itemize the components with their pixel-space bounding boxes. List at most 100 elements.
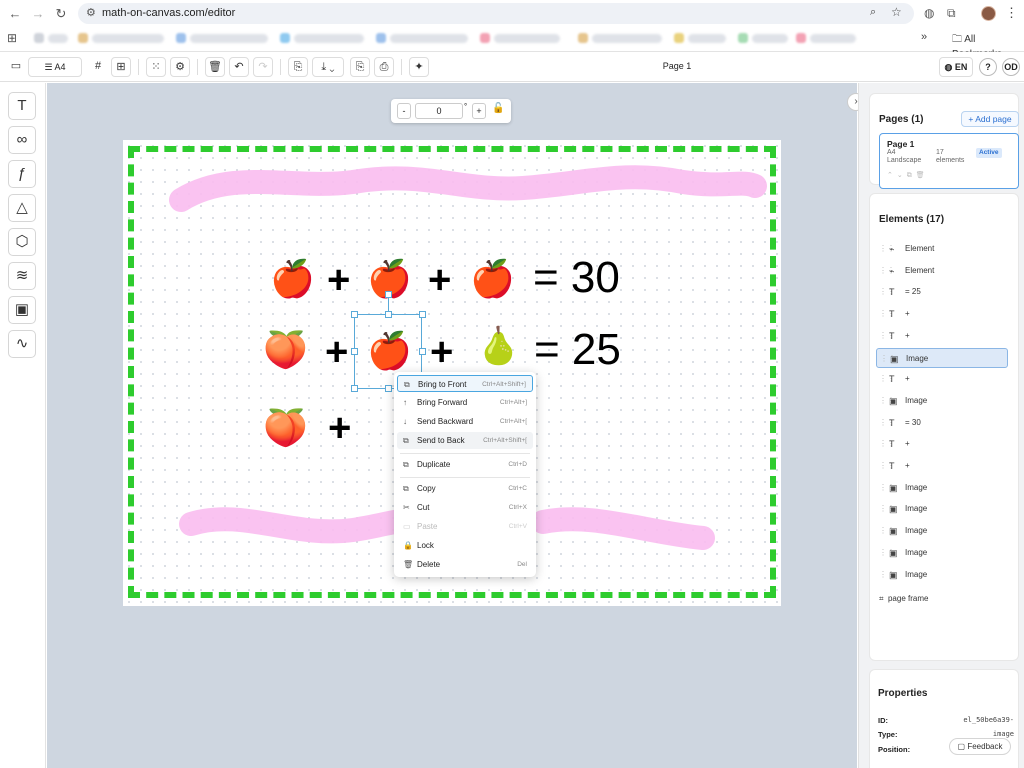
unlock-icon[interactable]: 🔓 (492, 103, 504, 114)
menu-paste[interactable]: ▭ Paste Ctrl+V (397, 518, 533, 535)
undo-icon[interactable]: ↶ (229, 57, 249, 77)
settings-icon[interactable]: ⚙ (170, 57, 190, 77)
bookmark-item[interactable] (688, 34, 726, 43)
bookmark-item[interactable] (752, 34, 788, 43)
move-down-icon[interactable]: ⌄ (897, 172, 907, 179)
peach-image[interactable]: 🍑 (263, 330, 308, 370)
apple-image[interactable]: 🍎 (470, 259, 515, 299)
apps-grid-icon[interactable]: ⊞ (7, 31, 17, 45)
menu-send-backward[interactable]: ↓ Send Backward Ctrl+Alt+[ (397, 413, 533, 430)
apple-image[interactable]: 🍎 (270, 259, 315, 299)
new-document-icon[interactable]: ⎘ (288, 57, 308, 77)
bookmark-item[interactable] (48, 34, 68, 43)
menu-lock[interactable]: 🔒 Lock (397, 537, 533, 554)
element-list-item[interactable]: ⋮⋮ ▣ Image (876, 565, 1008, 585)
feedback-button[interactable]: ▢ Feedback (949, 738, 1011, 755)
move-up-icon[interactable]: ⌃ (887, 172, 897, 179)
resize-handle-e[interactable] (419, 348, 426, 355)
menu-bring-forward[interactable]: ↑ Bring Forward Ctrl+Alt+] (397, 394, 533, 411)
layers-icon[interactable]: ≋ (8, 262, 36, 290)
element-list-item[interactable]: ⋮⋮ ▣ Image (876, 521, 1008, 541)
bookmark-favicon[interactable] (796, 33, 806, 43)
math-symbols-icon[interactable]: ∞ (8, 126, 36, 154)
bookmark-item[interactable] (294, 34, 364, 43)
bookmark-favicon[interactable] (578, 33, 588, 43)
bookmark-item[interactable] (494, 34, 560, 43)
resize-handle-ne[interactable] (419, 311, 426, 318)
element-list-item[interactable]: ⋮⋮ ▣ Image (876, 543, 1008, 563)
element-list-item[interactable]: ⋮⋮ ▣ Image (876, 499, 1008, 519)
resize-handle-w[interactable] (351, 348, 358, 355)
delete-page-icon[interactable]: 🗑 (916, 172, 929, 179)
delete-icon[interactable]: 🗑 (205, 57, 225, 77)
bookmark-item[interactable] (92, 34, 164, 43)
element-list-item[interactable]: ⋮⋮ T = 25 (876, 282, 1008, 302)
peach-image[interactable]: 🍑 (263, 408, 308, 448)
rotation-input[interactable]: 0 (415, 103, 463, 119)
element-list-item[interactable]: ⋮⋮ ▣ Image (876, 478, 1008, 498)
bookmark-item[interactable] (592, 34, 662, 43)
element-list-item[interactable]: ⋮⋮ T + (876, 434, 1008, 454)
text-tool-icon[interactable]: T (8, 92, 36, 120)
equation-result-30[interactable]: = 30 (533, 254, 620, 302)
rotation-handle[interactable] (385, 291, 392, 298)
plus-sign[interactable]: + (327, 260, 350, 300)
zoom-icon[interactable]: ⌕ (870, 6, 876, 19)
image-tool-icon[interactable]: ▣ (8, 296, 36, 324)
shapes-icon[interactable]: △ (8, 194, 36, 222)
help-button[interactable]: ? (979, 58, 997, 76)
bookmark-favicon[interactable] (738, 33, 748, 43)
resize-handle-n[interactable] (385, 311, 392, 318)
magic-wand-icon[interactable]: ✦ (409, 57, 429, 77)
plus-sign[interactable]: + (428, 260, 451, 300)
forward-arrow-icon[interactable]: → (29, 5, 47, 23)
pear-image[interactable]: 🍐 (476, 326, 521, 366)
add-page-button[interactable]: + Add page (961, 111, 1019, 127)
menu-send-to-back[interactable]: ⧉ Send to Back Ctrl+Alt+Shift+[ (397, 432, 533, 449)
page-frame-item[interactable]: ⌗ page frame (879, 594, 928, 604)
element-list-item[interactable]: ⋮⋮ T + (876, 304, 1008, 324)
bookmark-item[interactable] (810, 34, 856, 43)
bookmark-star-icon[interactable]: ☆ (891, 5, 902, 19)
resize-handle-nw[interactable] (351, 311, 358, 318)
language-select[interactable]: ◍ EN (939, 57, 973, 77)
redo-icon[interactable]: ↷ (253, 57, 273, 77)
bookmark-favicon[interactable] (34, 33, 44, 43)
bookmark-favicon[interactable] (78, 33, 88, 43)
resize-handle-sw[interactable] (351, 385, 358, 392)
bookmark-favicon[interactable] (176, 33, 186, 43)
menu-delete[interactable]: 🗑 Delete Del (397, 556, 533, 573)
element-list-item[interactable]: ⋮⋮ T + (876, 369, 1008, 389)
element-list-item[interactable]: ⋮⋮ T + (876, 456, 1008, 476)
element-list-item[interactable]: ⋮⋮ T = 30 (876, 413, 1008, 433)
element-list-item[interactable]: ⋮⋮ ▣ Image (876, 391, 1008, 411)
bookmark-item[interactable] (390, 34, 468, 43)
export-icon[interactable]: ⎙ (374, 57, 394, 77)
bookmark-favicon[interactable] (480, 33, 490, 43)
bookmark-favicon[interactable] (280, 33, 290, 43)
resize-handle-s[interactable] (385, 385, 392, 392)
menu-copy[interactable]: ⧉ Copy Ctrl+C (397, 480, 533, 497)
layout-toggle-icon[interactable]: ▭ (6, 57, 26, 77)
plus-sign[interactable]: + (430, 332, 453, 372)
rotate-increase-button[interactable]: + (472, 103, 486, 119)
bookmark-item[interactable] (190, 34, 268, 43)
bookmark-favicon[interactable] (376, 33, 386, 43)
profile-avatar[interactable] (981, 6, 996, 21)
element-list-item[interactable]: ⋮⋮ T + (876, 326, 1008, 346)
import-icon[interactable]: ⎘ (350, 57, 370, 77)
more-bookmarks-icon[interactable]: » (921, 31, 927, 43)
element-list-item[interactable]: ⋮⋮ ⌁ Element (876, 261, 1008, 281)
site-info-icon[interactable]: ⚙ (86, 6, 96, 19)
menu-duplicate[interactable]: ⧉ Duplicate Ctrl+D (397, 456, 533, 473)
element-list-item[interactable]: ⋮⋮ ▣ Image (876, 347, 1008, 368)
menu-bring-to-front[interactable]: ⧉ Bring to Front Ctrl+Alt+Shift+] (397, 375, 533, 392)
freehand-draw-icon[interactable]: ∿ (8, 330, 36, 358)
table-icon[interactable]: ⊞ (111, 57, 131, 77)
duplicate-page-icon[interactable]: ⧉ (907, 172, 916, 179)
page-thumbnail-card[interactable]: Page 1 A4 Landscape 17 elements Active ⌃… (879, 133, 1019, 189)
formula-icon[interactable]: ƒ (8, 160, 36, 188)
equation-result-25[interactable]: = 25 (534, 326, 621, 374)
browser-menu-icon[interactable]: ⋮ (1005, 5, 1018, 21)
3d-cube-icon[interactable]: ⬡ (8, 228, 36, 256)
